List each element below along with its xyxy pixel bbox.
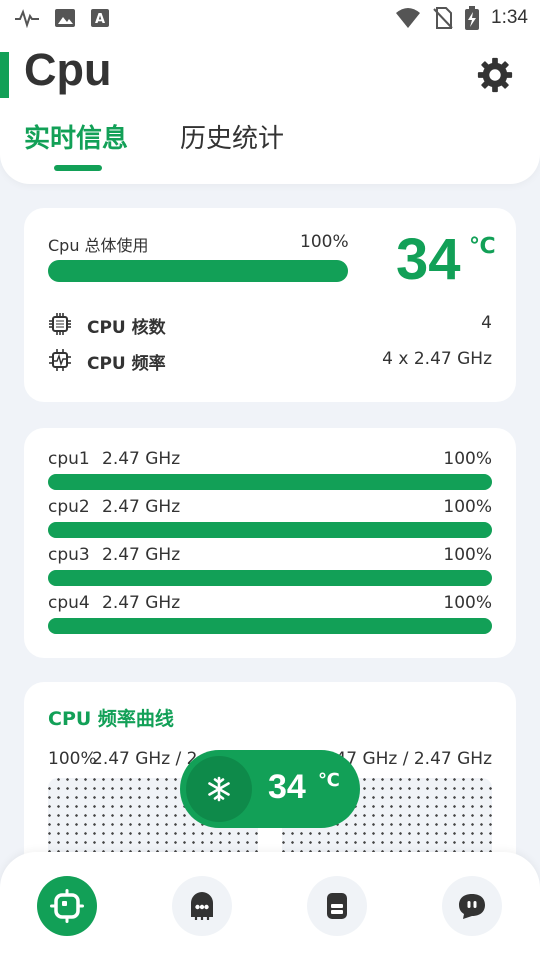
usage-bar-track	[48, 260, 348, 282]
cpu-summary-card: Cpu 总体使用 100% 34 ℃ CPU 核数 4 CPU 频率 4 x 2…	[24, 208, 516, 402]
core-bar-track	[48, 570, 492, 586]
core-percent: 100%	[443, 593, 492, 613]
page-title: Cpu	[24, 44, 112, 95]
core-frequency: 2.47 GHz	[102, 497, 181, 517]
core-name: cpu2	[48, 497, 90, 517]
temperature-value: 34	[396, 227, 461, 292]
frequency-label: CPU 频率	[87, 354, 166, 374]
core-bar-track	[48, 618, 492, 634]
chat-bubble-icon	[459, 894, 485, 919]
nav-cpu[interactable]	[37, 876, 97, 936]
frequency-value: 4 x 2.47 GHz	[382, 349, 492, 369]
cooling-button[interactable]	[186, 756, 252, 822]
cores-label: CPU 核数	[87, 318, 166, 338]
cpu-chip-icon	[50, 889, 84, 923]
chip-icon	[49, 313, 71, 335]
nav-chat[interactable]	[442, 876, 502, 936]
no-sim-icon	[433, 7, 453, 29]
core-bar-fill	[48, 522, 492, 538]
snowflake-icon	[208, 776, 230, 802]
core-bar-fill	[48, 474, 492, 490]
core-bar-track	[48, 522, 492, 538]
curve-right-frequency: 47 GHz / 2.47 GHz	[335, 749, 492, 769]
per-core-card: cpu1 2.47 GHz 100% cpu2 2.47 GHz 100% cp…	[24, 428, 516, 658]
curve-left-percent: 100%	[48, 749, 97, 769]
memory-icon	[327, 893, 347, 919]
tab-indicator	[54, 165, 102, 171]
bottom-navigation	[0, 852, 540, 960]
settings-gear-icon[interactable]	[476, 56, 514, 94]
svg-text:A: A	[95, 12, 105, 27]
usage-bar-fill	[48, 260, 348, 282]
title-accent-bar	[0, 52, 9, 98]
wifi-icon	[396, 8, 421, 28]
floating-temperature-button[interactable]: 34 ℃	[180, 750, 360, 828]
image-icon	[55, 9, 75, 27]
font-icon: A	[91, 9, 109, 27]
core-percent: 100%	[443, 449, 492, 469]
core-percent: 100%	[443, 497, 492, 517]
core-bar-fill	[48, 570, 492, 586]
cores-value: 4	[481, 313, 492, 333]
core-name: cpu1	[48, 449, 90, 469]
core-frequency: 2.47 GHz	[102, 449, 181, 469]
core-name: cpu4	[48, 593, 90, 613]
usage-percent: 100%	[300, 232, 349, 252]
battery-charging-icon	[465, 6, 480, 30]
core-percent: 100%	[443, 545, 492, 565]
core-bar-track	[48, 474, 492, 490]
core-bar-fill	[48, 618, 492, 634]
status-bar: A 1:34	[0, 0, 540, 36]
usage-label: Cpu 总体使用	[48, 236, 149, 255]
floating-temperature-value: 34	[268, 768, 306, 806]
chip-frequency-icon	[49, 349, 71, 371]
nav-gpu[interactable]	[172, 876, 232, 936]
core-frequency: 2.47 GHz	[102, 593, 181, 613]
temperature-unit: ℃	[469, 234, 496, 259]
tab-realtime[interactable]: 实时信息	[24, 118, 128, 155]
frequency-curve-title: CPU 频率曲线	[48, 708, 174, 730]
pulse-icon	[15, 9, 39, 28]
status-time: 1:34	[491, 7, 528, 28]
core-name: cpu3	[48, 545, 90, 565]
core-frequency: 2.47 GHz	[102, 545, 181, 565]
tab-history[interactable]: 历史统计	[180, 118, 284, 155]
header-panel: A 1:34 Cpu 实时信息 历史统计	[0, 0, 540, 184]
floating-temperature-unit: ℃	[318, 770, 340, 791]
nav-memory[interactable]	[307, 876, 367, 936]
ghost-chip-icon	[191, 892, 213, 920]
